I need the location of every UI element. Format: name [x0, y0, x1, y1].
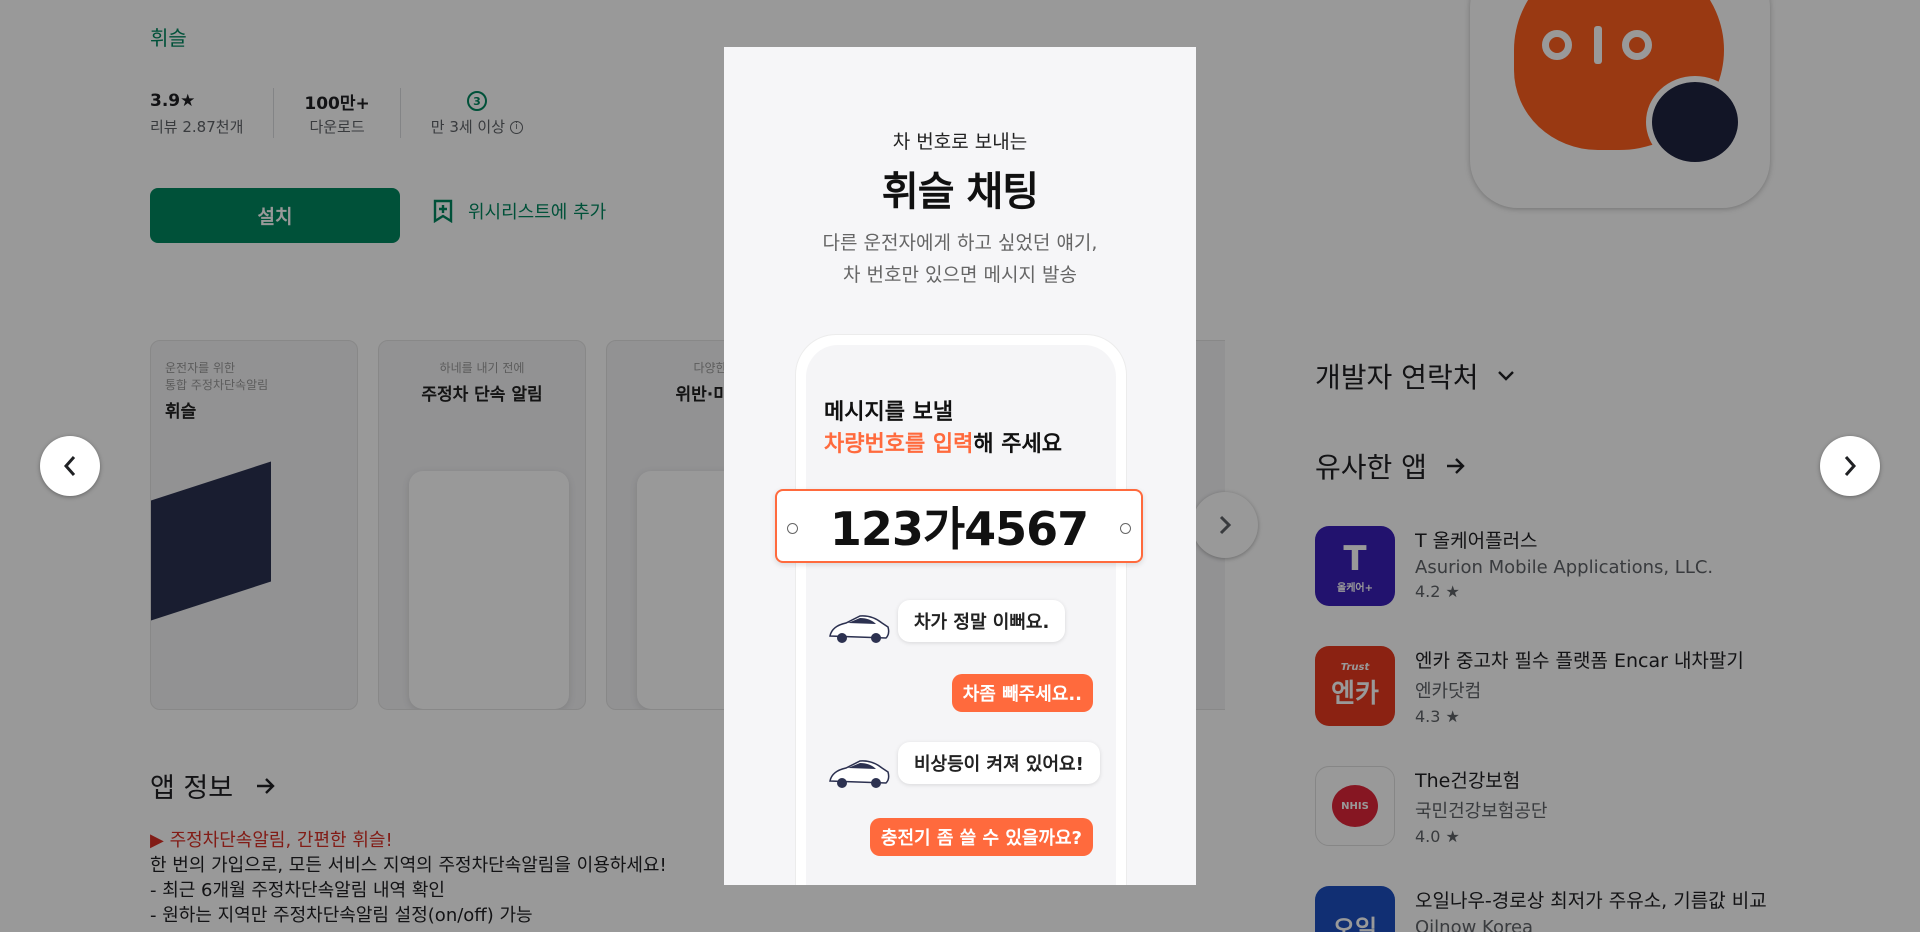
- chevron-right-icon: [1844, 456, 1857, 476]
- car-icon: [829, 760, 890, 788]
- chat-bubble-received: 차가 정말 이뻐요.: [898, 600, 1066, 642]
- next-screenshot-button[interactable]: [1820, 436, 1880, 496]
- promo-title: 휘슬 채팅: [881, 169, 1039, 215]
- chevron-left-icon: [63, 456, 76, 476]
- plate-prompt: 메시지를 보낼 차량번호를 입력해 주세요: [824, 400, 1062, 457]
- chat-bubble-received: 비상등이 켜져 있어요!: [898, 742, 1100, 784]
- license-plate: 123가4567: [775, 489, 1143, 563]
- promo-subtitle: 차 번호로 보내는: [892, 131, 1028, 153]
- promo-description: 다른 운전자에게 하고 싶었던 얘기, 차 번호만 있으면 메시지 발송: [822, 232, 1098, 286]
- car-icon: [829, 615, 890, 643]
- chat-bubble-sent: 차좀 빼주세요..: [951, 674, 1093, 712]
- previous-screenshot-button[interactable]: [40, 436, 100, 496]
- chat-bubble-sent: 충전기 좀 쓸 수 있을까요?: [869, 818, 1093, 856]
